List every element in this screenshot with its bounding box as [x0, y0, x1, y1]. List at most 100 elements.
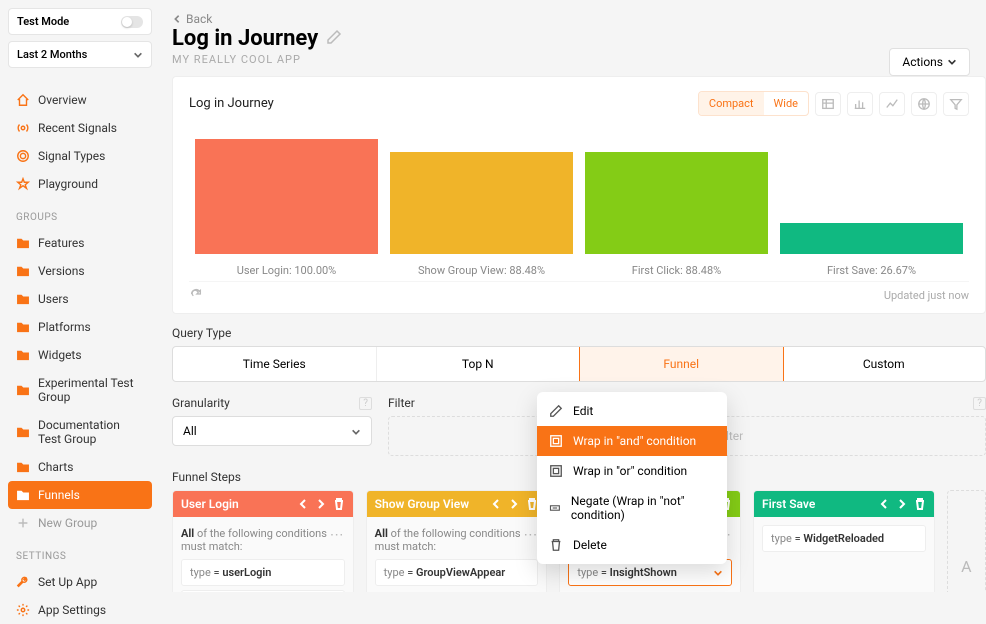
test-mode-label: Test Mode	[17, 15, 69, 28]
edit-title-icon[interactable]	[326, 26, 342, 51]
add-step-button[interactable]: A	[947, 490, 986, 592]
signal-icon	[16, 121, 30, 135]
nav-groups: Features Versions Users Platforms Widget…	[8, 229, 152, 537]
sidebar-group-charts[interactable]: Charts	[8, 453, 152, 481]
toggle-icon[interactable]	[121, 16, 143, 28]
page-title-text: Log in Journey	[172, 26, 318, 51]
sidebar-group-versions[interactable]: Versions	[8, 257, 152, 285]
settings-section-label: SETTINGS	[8, 537, 152, 568]
plus-icon	[16, 516, 30, 530]
back-button[interactable]: Back	[172, 12, 986, 26]
step-header: Show Group View	[367, 491, 547, 517]
sidebar-item-overview[interactable]: Overview	[8, 86, 152, 114]
back-label: Back	[186, 12, 212, 26]
updated-label: Updated just now	[884, 289, 969, 302]
test-mode-toggle[interactable]: Test Mode	[8, 8, 152, 35]
sidebar-item-playground[interactable]: Playground	[8, 170, 152, 198]
folder-icon	[16, 425, 30, 439]
sidebar-item-label: Signal Types	[38, 149, 105, 163]
chevron-left-icon[interactable]	[490, 498, 502, 510]
line-chart-icon[interactable]	[879, 92, 905, 116]
sidebar-group-users[interactable]: Users	[8, 285, 152, 313]
chevron-down-icon	[133, 50, 143, 60]
folder-icon	[16, 292, 30, 306]
table-view-icon[interactable]	[815, 92, 841, 116]
playground-icon	[16, 177, 30, 191]
info-icon[interactable]: ?	[973, 397, 986, 410]
ctx-wrap[interactable]: Wrap in "and" condition	[537, 426, 727, 456]
bar-chart-icon[interactable]	[847, 92, 873, 116]
query-tab-time-series[interactable]: Time Series	[173, 347, 377, 381]
sidebar-item-label: App Settings	[38, 603, 106, 617]
folder-icon	[16, 383, 30, 397]
granularity-label: Granularity	[172, 396, 230, 410]
chevron-down-icon	[351, 426, 361, 436]
sidebar-item-signal-types[interactable]: Signal Types	[8, 142, 152, 170]
funnel-bar	[195, 139, 378, 254]
chevron-right-icon[interactable]	[896, 498, 908, 510]
trash-icon[interactable]	[333, 498, 345, 510]
folder-icon	[16, 236, 30, 250]
sidebar-item-label: Versions	[38, 264, 85, 278]
condition-item[interactable]: type = WidgetReloaded	[762, 525, 926, 552]
sidebar-item-label: Features	[38, 236, 84, 250]
query-tab-top-n[interactable]: Top N	[377, 347, 581, 381]
query-type-tabs: Time SeriesTop NFunnelCustom	[172, 346, 986, 382]
funnel-visualization	[189, 124, 969, 254]
sidebar-group-widgets[interactable]: Widgets	[8, 341, 152, 369]
more-icon[interactable]: ⋯	[330, 527, 345, 553]
funnel-icon[interactable]	[943, 92, 969, 116]
sidebar-group-documentation[interactable]: Documentation Test Group	[8, 411, 152, 453]
funnel-bar-label: First Click: 88.48%	[579, 254, 774, 281]
refresh-icon[interactable]	[189, 286, 203, 305]
query-tab-custom[interactable]: Custom	[783, 347, 986, 381]
sidebar-group-experimental[interactable]: Experimental Test Group	[8, 369, 152, 411]
filter-label: Filter	[388, 396, 415, 410]
sidebar-item-label: Charts	[38, 460, 73, 474]
info-icon[interactable]: ?	[359, 397, 372, 410]
chevron-right-icon[interactable]	[508, 498, 520, 510]
sidebar-item-label: Set Up App	[38, 575, 97, 589]
query-tab-funnel[interactable]: Funnel	[579, 346, 784, 382]
actions-button[interactable]: Actions	[889, 48, 970, 76]
sidebar-group-funnels[interactable]: Funnels	[8, 481, 152, 509]
ctx-negate[interactable]: Negate (Wrap in "not" condition)	[537, 486, 727, 530]
sidebar-group-platforms[interactable]: Platforms	[8, 313, 152, 341]
step-header: First Save	[754, 491, 934, 517]
sidebar-app-settings[interactable]: App Settings	[8, 596, 152, 624]
chevron-right-icon[interactable]	[315, 498, 327, 510]
condition-item[interactable]: type = GroupViewAppear	[375, 559, 539, 586]
funnel-bar	[585, 152, 768, 254]
sidebar-new-group[interactable]: New Group	[8, 509, 152, 537]
funnel-step-card: User Login All of the following conditio…	[172, 490, 354, 592]
chevron-left-icon[interactable]	[878, 498, 890, 510]
sidebar-item-label: Platforms	[38, 320, 91, 334]
date-range-label: Last 2 Months	[17, 48, 87, 61]
layout-segment[interactable]: Compact Wide	[698, 91, 809, 116]
ctx-wrap[interactable]: Wrap in "or" condition	[537, 456, 727, 486]
layout-compact[interactable]: Compact	[699, 92, 764, 115]
funnel-bar	[780, 223, 963, 254]
trash-icon[interactable]	[914, 498, 926, 510]
folder-icon	[16, 460, 30, 474]
globe-icon[interactable]	[911, 92, 937, 116]
chevron-left-icon[interactable]	[297, 498, 309, 510]
ctx-edit[interactable]: Edit	[537, 396, 727, 426]
folder-icon	[16, 348, 30, 362]
funnel-bar-label: User Login: 100.00%	[189, 254, 384, 281]
sidebar-group-features[interactable]: Features	[8, 229, 152, 257]
ctx-delete[interactable]: Delete	[537, 530, 727, 560]
main-content: Back Log in Journey MY REALLY COOL APP A…	[160, 0, 986, 592]
query-type-label: Query Type	[172, 326, 986, 340]
sidebar-item-label: Recent Signals	[38, 121, 117, 135]
folder-icon	[16, 320, 30, 334]
actions-label: Actions	[902, 55, 943, 69]
layout-wide[interactable]: Wide	[764, 92, 808, 115]
groups-section-label: GROUPS	[8, 198, 152, 229]
sidebar-item-recent-signals[interactable]: Recent Signals	[8, 114, 152, 142]
date-range-select[interactable]: Last 2 Months	[8, 41, 152, 68]
sidebar: Test Mode Last 2 Months Overview Recent …	[0, 0, 160, 592]
condition-item[interactable]: type = userLogin	[181, 559, 345, 586]
chart-title: Log in Journey	[189, 96, 274, 111]
granularity-select[interactable]: All	[172, 416, 372, 446]
